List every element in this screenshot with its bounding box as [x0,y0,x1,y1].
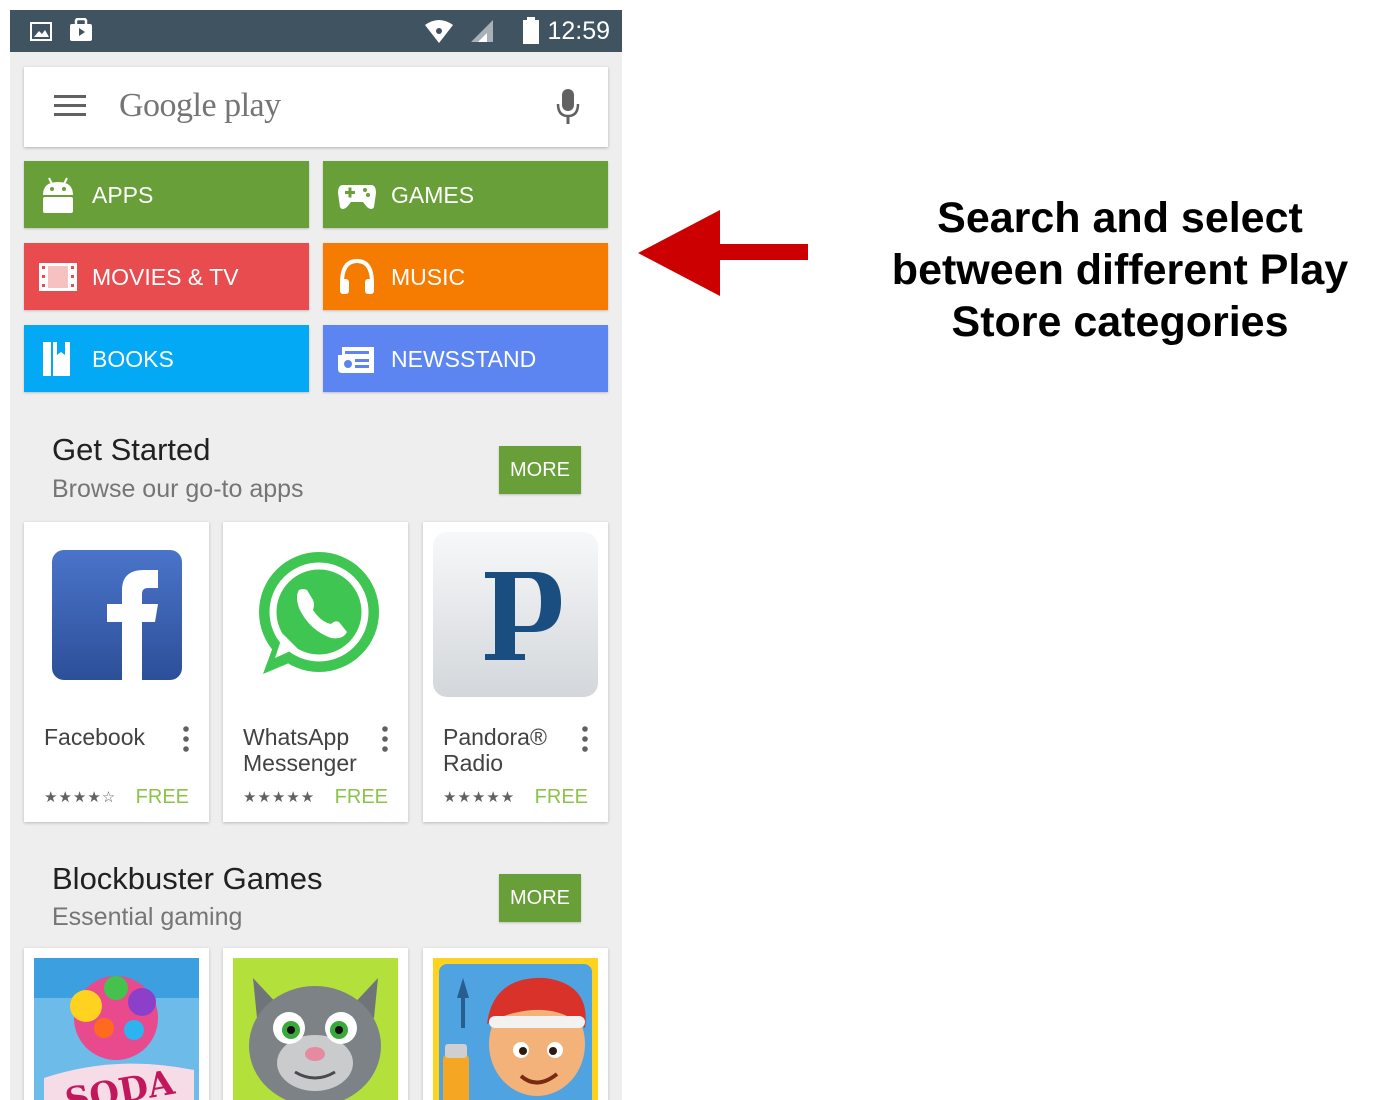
category-label: MOVIES & TV [92,264,239,290]
overflow-menu-icon[interactable] [382,726,388,752]
category-books-button[interactable]: BOOKS [24,325,309,392]
app-name: WhatsApp Messenger [243,724,357,776]
red-arrow-icon [638,210,808,296]
candy-crush-soda-icon: SODA [34,958,199,1100]
rating-stars: ★★★★★ [243,789,316,806]
film-icon [39,263,77,291]
image-notification-icon [30,22,52,41]
more-button[interactable]: MORE [499,446,581,494]
google-play-logo: Google play [119,87,281,124]
hamburger-menu-icon[interactable] [54,95,86,117]
pandora-icon [433,532,598,697]
wifi-icon [425,20,453,43]
app-name: Facebook [44,724,146,750]
category-label: GAMES [391,182,475,208]
app-card-pandora[interactable]: Pandora® Radio ★★★★★ FREE [423,522,608,822]
category-newsstand-button[interactable]: NEWSSTAND [323,325,608,392]
whatsapp-icon [259,552,379,674]
overflow-menu-icon[interactable] [582,726,588,752]
talking-tom-icon [233,958,398,1100]
category-apps-button[interactable]: APPS [24,161,309,228]
section-subtitle: Essential gaming [52,903,243,931]
app-name: Pandora® Radio [443,724,547,776]
category-label: MUSIC [391,264,466,290]
category-label: NEWSSTAND [391,346,537,372]
rating-stars: ★★★★☆ [44,789,117,806]
status-bar: 12:59 [10,10,622,52]
section-subtitle: Browse our go-to apps [52,475,304,503]
android-icon [43,177,73,213]
cell-signal-icon [471,20,493,42]
annotation-text: Search and select between different Play… [891,194,1349,346]
game-card-talking-tom[interactable] [223,948,408,1100]
overflow-menu-icon[interactable] [183,726,189,752]
category-label: APPS [92,182,154,208]
subway-surfers-icon [433,958,598,1100]
price-label: FREE [534,786,588,808]
headphones-icon [340,258,374,294]
game-card-subway-surfers[interactable] [423,948,608,1100]
category-games-button[interactable]: GAMES [323,161,608,228]
more-button[interactable]: MORE [499,874,581,922]
app-card-facebook[interactable]: Facebook ★★★★☆ FREE [24,522,209,822]
section-title: Get Started [52,432,211,467]
category-label: BOOKS [92,346,174,372]
game-card-candy-crush-soda[interactable]: SODA [24,948,209,1100]
category-music-button[interactable]: MUSIC [323,243,608,310]
microphone-icon[interactable] [556,89,580,125]
facebook-icon [52,550,182,680]
price-label: FREE [135,786,189,808]
status-time: 12:59 [547,17,610,45]
price-label: FREE [334,786,388,808]
gamepad-icon [338,185,376,209]
book-icon [43,342,70,376]
newspaper-icon [338,347,374,373]
category-movies-tv-button[interactable]: MOVIES & TV [24,243,309,310]
rating-stars: ★★★★★ [443,789,516,806]
shopping-bag-notification-icon [70,18,92,41]
phone-screen: 12:59 Google play APPS GAMES MOVIES & TV… [10,10,622,1100]
battery-icon [523,17,539,44]
search-bar[interactable]: Google play [24,67,608,147]
app-card-whatsapp[interactable]: WhatsApp Messenger ★★★★★ FREE [223,522,408,822]
section-title: Blockbuster Games [52,861,323,896]
